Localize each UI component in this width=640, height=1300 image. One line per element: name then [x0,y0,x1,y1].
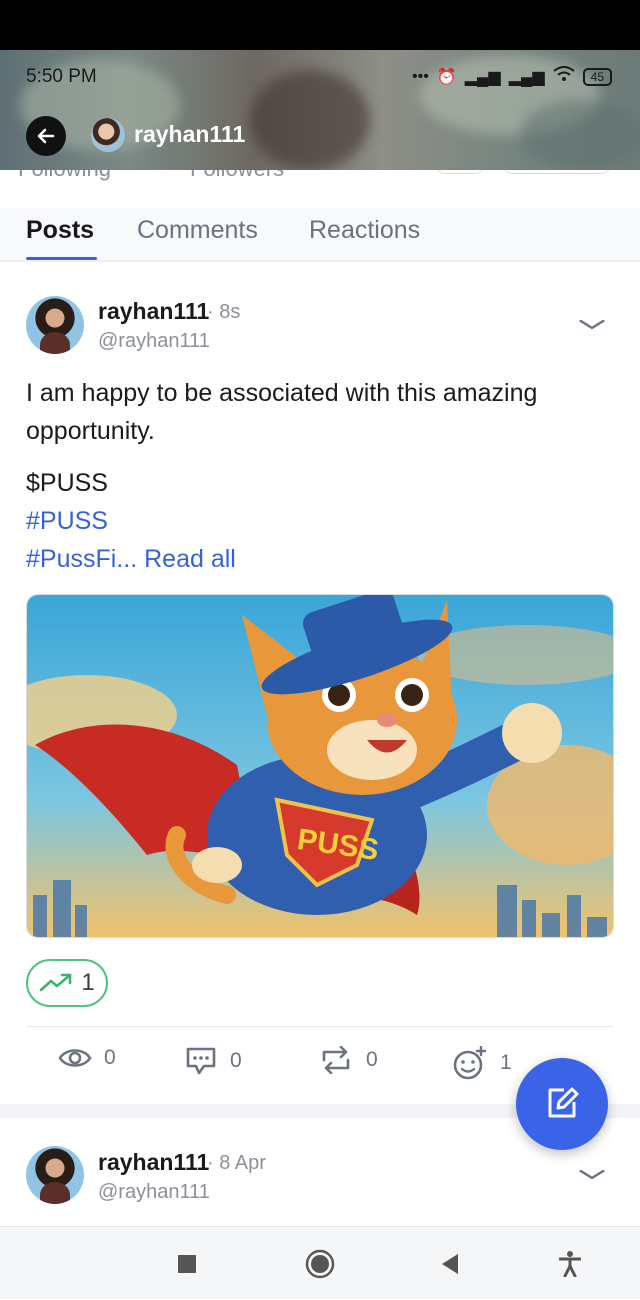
profile-tabs: Posts Comments Reactions [0,208,640,262]
views-action[interactable]: 0 [58,1046,116,1070]
repost-count: 0 [366,1048,378,1071]
post-author-name[interactable]: rayhan111 [98,298,209,325]
repost-action[interactable]: 0 [318,1046,378,1074]
followers-label[interactable]: Followers [190,170,284,182]
header-avatar[interactable] [91,118,125,152]
comment-bubble-icon [186,1047,216,1075]
wifi-icon [553,66,575,87]
tab-comments[interactable]: Comments [137,216,258,245]
post-divider [26,1026,614,1027]
tab-posts[interactable]: Posts [26,216,94,245]
post-options-chevron-icon-2[interactable] [579,1158,605,1189]
home-button[interactable] [290,1227,350,1300]
post-author-avatar[interactable] [26,296,84,354]
boost-badge[interactable]: 1 [26,959,108,1007]
more-dots-icon: ••• [412,67,429,85]
system-nav-bar [0,1226,640,1299]
status-time: 5:50 PM [26,66,97,87]
edit-icon [548,1087,579,1118]
post-timestamp-2: · 8 Apr [207,1152,266,1174]
post-image[interactable]: PUSS [26,594,614,938]
superhero-cat-illustration: PUSS [27,595,613,937]
post-author-handle: @rayhan111 [98,330,210,352]
post-options-chevron-icon[interactable] [579,308,605,339]
profile-stats-peek: Following Followers [0,170,640,208]
battery-icon: 45 [582,67,612,86]
post-author-handle-2: @rayhan111 [98,1181,210,1203]
hashtag-link-2[interactable]: #PussFi... [26,545,137,573]
reactions-count: 1 [500,1051,512,1074]
back-nav-button[interactable] [420,1227,480,1300]
profile-action-pill-2[interactable] [502,170,612,174]
accessibility-icon [559,1250,581,1277]
accessibility-button[interactable] [540,1227,600,1300]
trending-up-icon [40,973,72,992]
post-author-avatar-2[interactable] [26,1146,84,1204]
comments-count: 0 [230,1049,242,1072]
back-button[interactable] [26,116,66,156]
compose-post-button[interactable] [516,1058,608,1150]
post-tags: $PUSS #PUSS #PussFi... Read all [26,464,616,578]
post-author-name-2[interactable]: rayhan111 [98,1149,209,1176]
post-timestamp: · 8s [207,301,241,323]
reactions-action[interactable]: 1 [452,1046,512,1080]
following-label[interactable]: Following [18,170,111,182]
eye-icon [58,1049,92,1067]
arrow-left-icon [37,128,55,144]
ticker-symbol: $PUSS [26,469,108,497]
read-all-link[interactable]: Read all [144,545,236,573]
post-body-text: I am happy to be associated with this am… [26,379,538,445]
home-circle-icon [305,1249,335,1278]
add-reaction-icon [453,1046,487,1080]
truncated-hashtag: #PussFi... Read all [26,540,616,578]
comments-action[interactable]: 0 [184,1046,242,1076]
alarm-icon: ⏰ [436,68,457,86]
signal-icon: ▂▄▆ [464,68,501,86]
boost-count: 1 [81,969,95,996]
profile-action-pill[interactable] [434,170,486,174]
tab-reactions[interactable]: Reactions [309,216,420,245]
repost-icon [322,1046,350,1074]
active-tab-indicator [26,257,97,260]
hashtag-link[interactable]: #PUSS [26,502,616,540]
signal-icon-2: ▂▄▆ [508,68,545,86]
views-count: 0 [104,1046,116,1069]
triangle-back-icon [442,1253,458,1274]
status-icons: ••• ⏰ ▂▄▆ ▂▄▆ 45 [412,66,612,87]
screen-top-bezel [0,0,640,50]
recent-apps-button[interactable] [157,1227,217,1300]
header-username: rayhan111 [134,121,246,147]
square-icon [178,1254,196,1273]
